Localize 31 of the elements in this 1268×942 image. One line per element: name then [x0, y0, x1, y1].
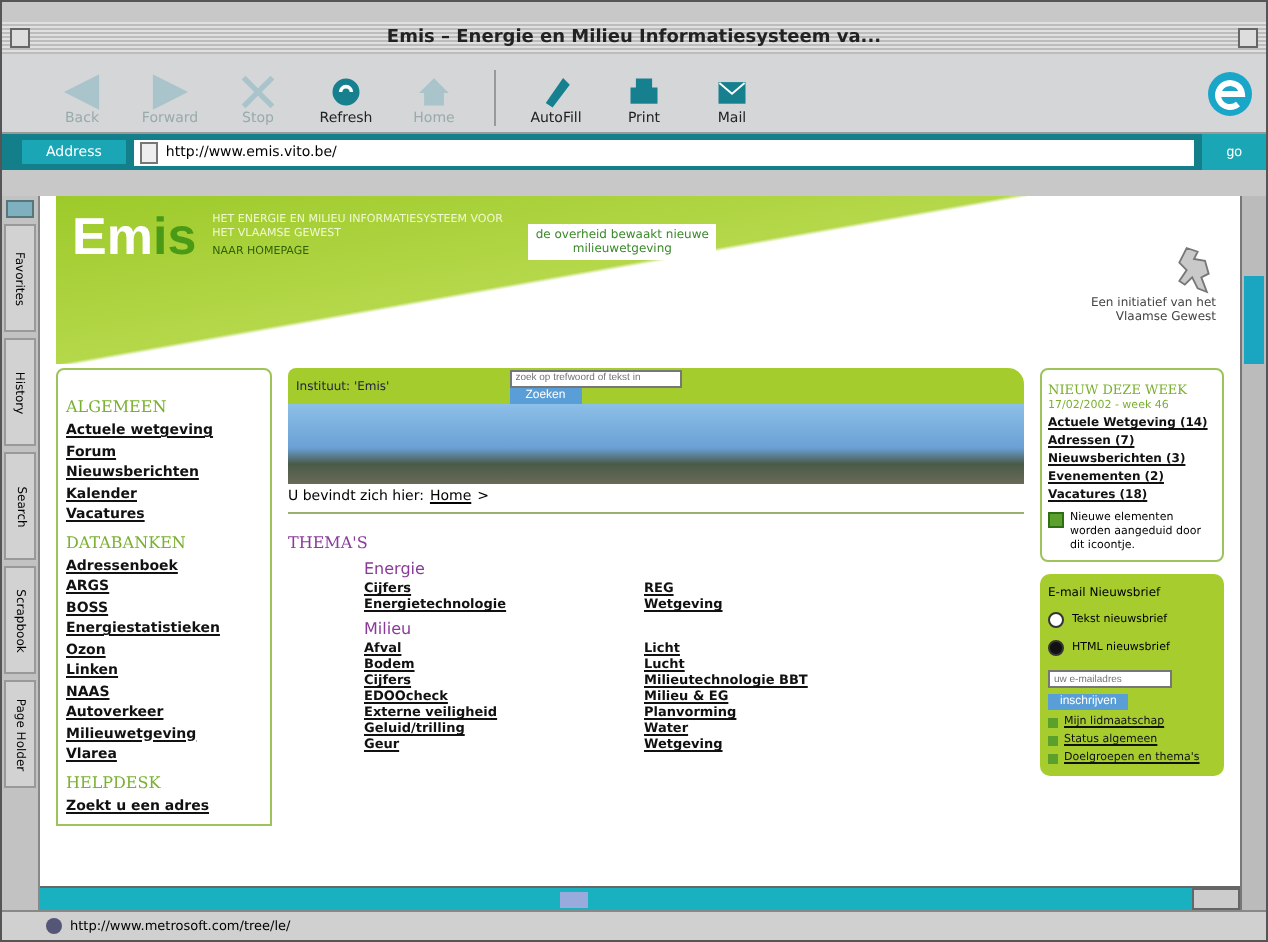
emis-logo: Emis: [72, 208, 197, 264]
scroll-thumb[interactable]: [1244, 276, 1264, 364]
nav-heading: HELPDESK: [66, 773, 161, 791]
window-title: Emis – Energie en Milieu Informatiesysteem va...: [384, 28, 884, 48]
scroll-arrows-icon[interactable]: [1192, 888, 1240, 910]
page-icon: [139, 141, 158, 163]
horizontal-scrollbar[interactable]: [40, 886, 1240, 910]
refresh-icon: [328, 74, 364, 110]
radio-button[interactable]: [1048, 640, 1064, 656]
globe-icon: [46, 918, 62, 934]
new-item-icon: [1048, 512, 1064, 528]
nav-heading: ALGEMEEN: [66, 398, 167, 416]
scroll-thumb[interactable]: [560, 891, 588, 907]
printer-icon: [626, 74, 662, 110]
left-arrow-icon: [64, 74, 100, 110]
square-bullet-icon: [1048, 753, 1058, 763]
close-box[interactable]: [10, 28, 30, 48]
section-heading: THEMA'S: [288, 534, 368, 552]
x-icon: [240, 74, 276, 110]
theme-title: Milieu: [364, 620, 414, 638]
explorer-bar-icon: [6, 200, 34, 218]
square-bullet-icon: [1048, 735, 1058, 745]
house-icon: [416, 74, 452, 110]
radio-button[interactable]: [1048, 612, 1064, 628]
vertical-scrollbar[interactable]: [1240, 196, 1266, 910]
zoom-box[interactable]: [1238, 28, 1258, 48]
browser-logo-icon: [1206, 70, 1254, 118]
right-arrow-icon: [152, 74, 188, 110]
nav-heading: DATABANKEN: [66, 533, 186, 551]
square-bullet-icon: [1048, 717, 1058, 727]
theme-title: Energie: [364, 560, 427, 578]
